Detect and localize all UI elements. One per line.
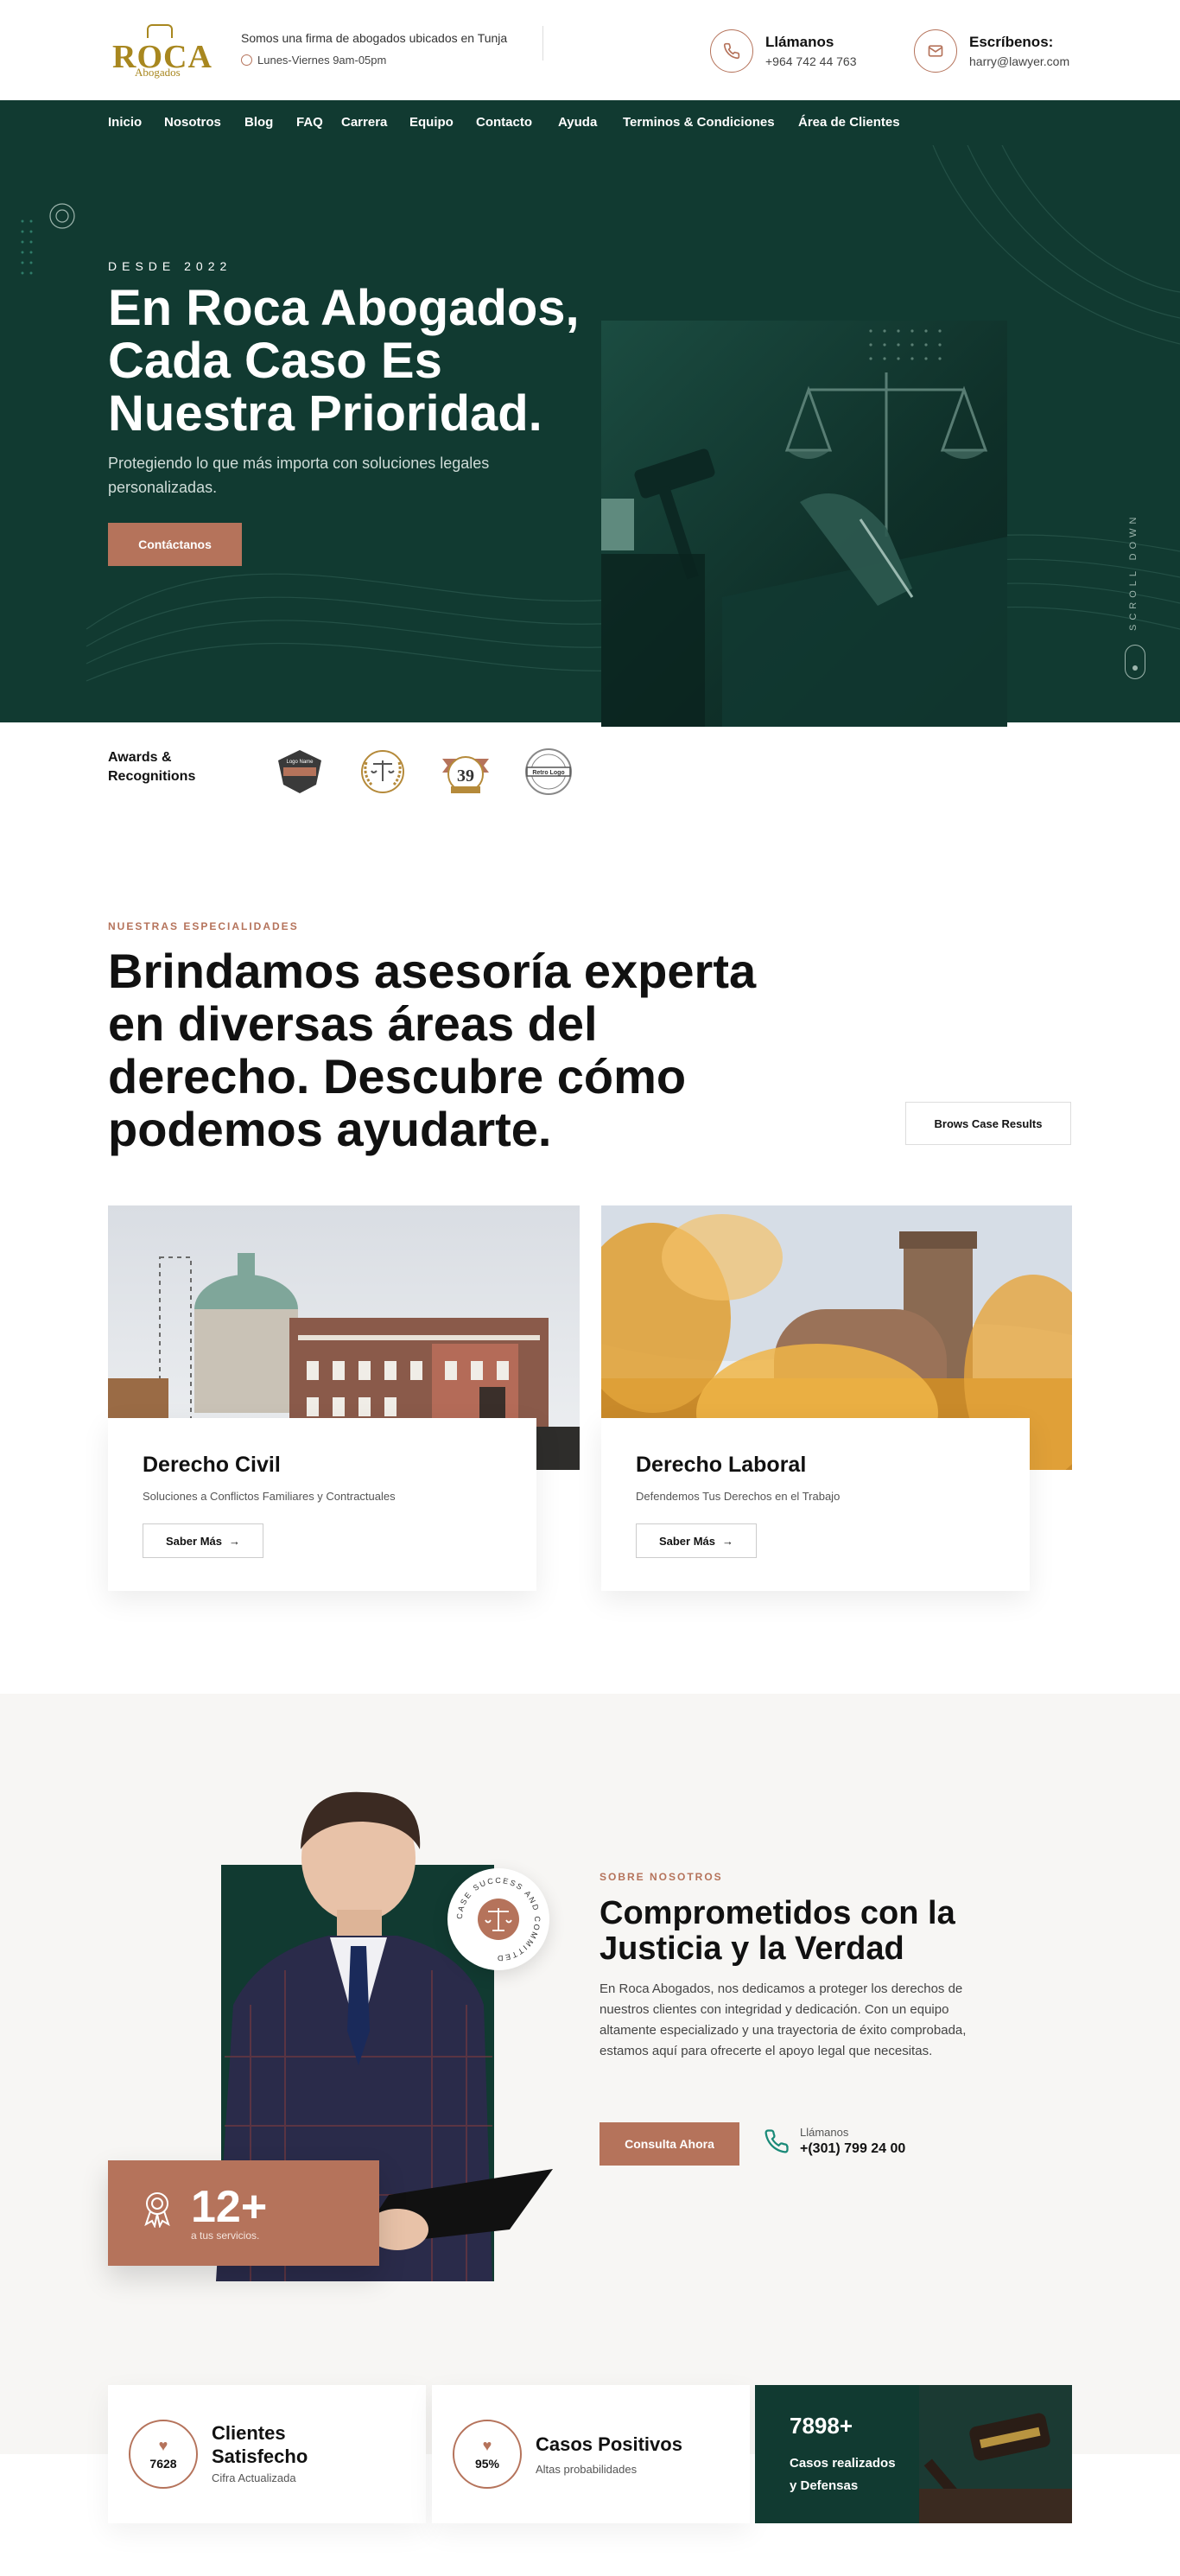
specialties-title: Brindamos asesoría experta en diversas á… <box>108 944 757 1156</box>
stat-card-positive-cases: ♥ 95% Casos Positivos Altas probabilidad… <box>432 2385 750 2523</box>
award-badge-shield-icon: Logo Name <box>278 750 321 793</box>
award-badge-retro-text: Retro Logo <box>532 770 564 776</box>
award-badge-1-text: Logo Name <box>286 760 314 765</box>
nav-item-area-clientes[interactable]: Área de Clientes <box>798 115 900 130</box>
hero-image-gavel-scales <box>601 321 1007 727</box>
labor-law-card: Derecho Laboral Defendemos Tus Derechos … <box>601 1418 1030 1591</box>
about-text: En Roca Abogados, nos dedicamos a proteg… <box>600 1981 967 2058</box>
stat-circle: ♥ 7628 <box>129 2420 198 2489</box>
logo-pillar-icon <box>147 24 173 38</box>
stat-number: 7628 <box>149 2457 177 2471</box>
about-eyebrow: SOBRE NOSOTROS <box>600 1871 723 1883</box>
labor-law-subtitle: Defendemos Tus Derechos en el Trabajo <box>636 1490 841 1503</box>
mail-contact[interactable]: Escríbenos: harry@lawyer.com <box>914 29 1069 73</box>
gavel-image <box>919 2385 1072 2523</box>
civil-law-card: Derecho Civil Soluciones a Conflictos Fa… <box>108 1418 536 1591</box>
stat-number: 95% <box>474 2457 500 2471</box>
awards-badges: Logo Name 39 Retro Logo <box>271 745 577 798</box>
award-badge-laurel-scales-icon <box>361 750 404 793</box>
main-nav: Inicio Nosotros Blog FAQ Carrera Equipo … <box>0 100 1180 145</box>
stat-subtitle: Cifra Actualizada <box>212 2471 296 2484</box>
award-badge-39-icon: 39 <box>442 756 489 793</box>
scroll-down-mouse-icon[interactable] <box>1125 645 1145 679</box>
learn-more-label: Saber Más <box>165 1534 223 1548</box>
top-tagline: Somos una firma de abogados ubicados en … <box>241 31 508 45</box>
top-bar: ROCA Abogados Somos una firma de abogado… <box>0 0 1180 100</box>
stat-title: Casos Positivos <box>536 2433 682 2455</box>
heart-icon: ♥ <box>158 2437 168 2454</box>
case-success-badge: CASE SUCCESS AND COMMITTED <box>447 1868 549 1970</box>
mail-address: harry@lawyer.com <box>969 54 1070 68</box>
labor-law-title: Derecho Laboral <box>636 1453 807 1477</box>
awards-label: Awards & Recognitions <box>108 750 196 784</box>
award-badge-39-text: 39 <box>457 766 474 786</box>
divider <box>542 26 543 60</box>
call-title: Llámanos <box>765 34 834 50</box>
specialties-eyebrow: NUESTRAS ESPECIALIDADES <box>108 920 299 932</box>
scroll-down-label: SCROLL DOWN <box>1128 512 1139 632</box>
hero-title: En Roca Abogados, Cada Caso Es Nuestra P… <box>108 280 580 442</box>
civil-law-title: Derecho Civil <box>143 1453 281 1477</box>
mail-title: Escríbenos: <box>969 34 1054 50</box>
nav-item-equipo[interactable]: Equipo <box>409 115 454 130</box>
stat-number: 7898+ <box>790 2413 853 2439</box>
about-call-label: Llámanos <box>800 2126 849 2139</box>
stat-subtitle: Altas probabilidades <box>536 2463 638 2476</box>
hero-since: DESDE 2022 <box>108 259 232 273</box>
nav-item-carrera[interactable]: Carrera <box>341 115 387 130</box>
learn-more-label: Saber Más <box>658 1534 716 1548</box>
labor-law-learn-more-button[interactable]: Saber Más → <box>636 1523 757 1558</box>
phone-icon <box>710 29 753 73</box>
mail-icon <box>914 29 957 73</box>
contact-button[interactable]: Contáctanos <box>108 523 242 566</box>
logo-subtitle: Abogados <box>135 66 181 79</box>
nav-item-nosotros[interactable]: Nosotros <box>164 115 221 130</box>
call-number: +964 742 44 763 <box>765 54 857 68</box>
hero-subtitle: Protegiendo lo que más importa con soluc… <box>108 455 490 496</box>
scroll-dot <box>1132 665 1138 671</box>
stat-card-cases-done: 7898+ Casos realizados y Defensas <box>755 2385 1072 2523</box>
arrow-right-icon: → <box>722 1534 734 1548</box>
about-call-number: +(301) 799 24 00 <box>800 2141 906 2156</box>
arrow-right-icon: → <box>229 1534 241 1548</box>
heart-icon: ♥ <box>482 2437 492 2454</box>
award-badge-retro-icon: Retro Logo <box>525 748 572 795</box>
consult-now-button[interactable]: Consulta Ahora <box>600 2122 739 2166</box>
clock-icon <box>241 54 252 66</box>
stat-circle: ♥ 95% <box>453 2420 522 2489</box>
hours-text: Lunes-Viernes 9am-05pm <box>257 54 387 67</box>
stat-title: Clientes Satisfecho <box>212 2422 308 2467</box>
civil-law-learn-more-button[interactable]: Saber Más → <box>143 1523 263 1558</box>
about-call[interactable]: Llámanos +(301) 799 24 00 <box>764 2126 905 2157</box>
nav-item-terminos[interactable]: Terminos & Condiciones <box>623 115 775 130</box>
stat-title: Casos realizados y Defensas <box>790 2456 896 2493</box>
experience-label: a tus servicios. <box>191 2229 260 2242</box>
civil-law-subtitle: Soluciones a Conflictos Familiares y Con… <box>143 1490 396 1503</box>
browse-case-results-button[interactable]: Brows Case Results <box>905 1102 1071 1145</box>
experience-box: 12+ a tus servicios. <box>108 2160 379 2266</box>
experience-value: 12+ <box>191 2182 268 2232</box>
nav-item-blog[interactable]: Blog <box>244 115 273 130</box>
award-ribbon-icon <box>144 2192 170 2228</box>
top-hours: Lunes-Viernes 9am-05pm <box>241 54 386 67</box>
about-title: Comprometidos con la Justicia y la Verda… <box>600 1895 955 1967</box>
nav-item-contacto[interactable]: Contacto <box>476 115 532 130</box>
nav-item-ayuda[interactable]: Ayuda <box>558 115 597 130</box>
call-contact[interactable]: Llámanos +964 742 44 763 <box>710 29 857 73</box>
phone-icon <box>764 2129 789 2153</box>
nav-item-inicio[interactable]: Inicio <box>108 115 142 130</box>
nav-item-faq[interactable]: FAQ <box>296 115 323 130</box>
stat-card-clients: ♥ 7628 Clientes Satisfecho Cifra Actuali… <box>108 2385 426 2523</box>
brand-logo[interactable]: ROCA Abogados <box>112 24 212 80</box>
scales-of-justice-icon <box>601 329 1007 727</box>
